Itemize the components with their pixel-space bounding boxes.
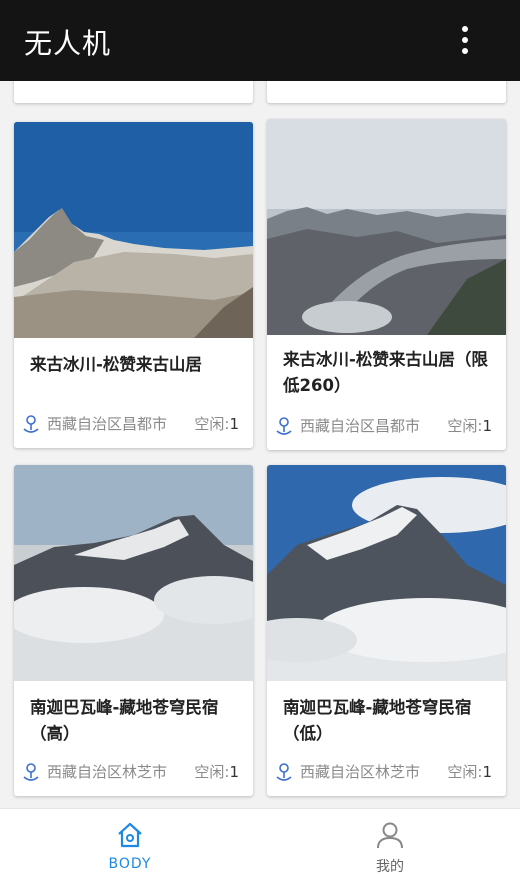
map-pin-icon <box>276 762 292 781</box>
card-title: 南迦巴瓦峰-藏地苍穹民宿（低） <box>283 698 472 743</box>
app-bar: 无人机 <box>0 0 520 81</box>
availability: 空闲:1 <box>447 415 492 436</box>
availability: 空闲:1 <box>194 413 239 434</box>
idle-label: 空闲: <box>447 417 483 435</box>
tab-mine[interactable]: 我的 <box>260 809 520 874</box>
availability: 空闲:1 <box>447 761 492 782</box>
bottom-navigation: BODY 我的 <box>0 808 520 874</box>
homestay-card[interactable]: 来古冰川-松赞来古山居（限低260） 西藏自治区昌都市 空闲:1 <box>267 119 506 450</box>
tab-body[interactable]: BODY <box>0 809 260 874</box>
more-vert-icon[interactable] <box>450 20 480 60</box>
card-location: 西藏自治区昌都市 <box>22 413 167 434</box>
location-text: 西藏自治区林芝市 <box>47 763 168 781</box>
card-photo <box>14 465 253 681</box>
homestay-card[interactable]: 南迦巴瓦峰-藏地苍穹民宿（高） 西藏自治区林芝市 空闲:1 <box>14 465 253 796</box>
idle-count: 1 <box>482 763 492 781</box>
map-pin-icon <box>23 762 39 781</box>
map-pin-icon <box>23 414 39 433</box>
location-text: 西藏自治区林芝市 <box>300 763 421 781</box>
map-pin-icon <box>276 416 292 435</box>
card-partial[interactable] <box>267 81 506 103</box>
idle-label: 空闲: <box>447 763 483 781</box>
app-title: 无人机 <box>24 27 112 60</box>
card-partial[interactable] <box>14 81 253 103</box>
idle-count: 1 <box>229 415 239 433</box>
idle-count: 1 <box>482 417 492 435</box>
card-title: 来古冰川-松赞来古山居 <box>30 355 202 374</box>
card-location: 西藏自治区昌都市 <box>275 415 420 436</box>
card-photo <box>14 122 253 338</box>
card-title: 来古冰川-松赞来古山居（限低260） <box>283 350 488 395</box>
tab-body-label: BODY <box>108 856 152 872</box>
home-icon <box>118 822 142 848</box>
idle-label: 空闲: <box>194 763 230 781</box>
homestay-card[interactable]: 南迦巴瓦峰-藏地苍穹民宿（低） 西藏自治区林芝市 空闲:1 <box>267 465 506 796</box>
person-icon <box>377 822 403 849</box>
availability: 空闲:1 <box>194 761 239 782</box>
card-title: 南迦巴瓦峰-藏地苍穹民宿（高） <box>30 698 219 743</box>
idle-label: 空闲: <box>194 415 230 433</box>
card-photo <box>267 119 506 335</box>
homestay-card[interactable]: 来古冰川-松赞来古山居 西藏自治区昌都市 空闲:1 <box>14 122 253 448</box>
tab-mine-label: 我的 <box>376 859 404 874</box>
card-grid: 来古冰川-松赞来古山居 西藏自治区昌都市 空闲:1 来古冰川-松赞来古山居（限低… <box>0 81 520 808</box>
card-photo <box>267 465 506 681</box>
card-location: 西藏自治区林芝市 <box>275 761 420 782</box>
idle-count: 1 <box>229 763 239 781</box>
location-text: 西藏自治区昌都市 <box>300 417 421 435</box>
location-text: 西藏自治区昌都市 <box>47 415 168 433</box>
card-location: 西藏自治区林芝市 <box>22 761 167 782</box>
